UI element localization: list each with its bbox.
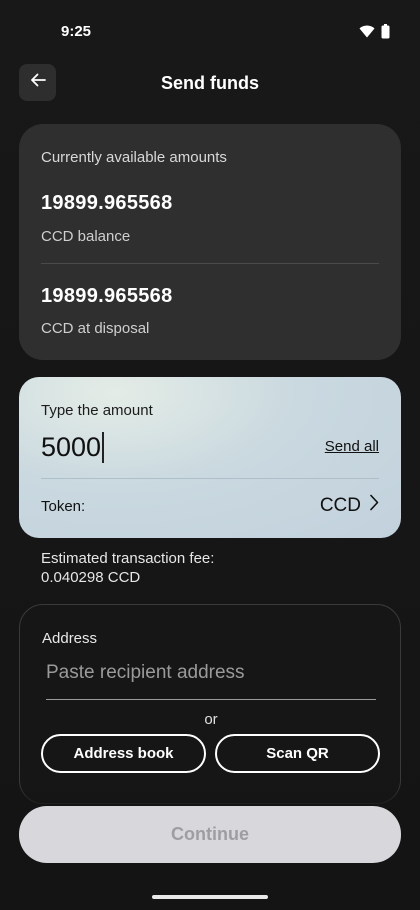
battery-icon [381,24,390,44]
text-caret [102,432,105,463]
wifi-icon [359,25,375,43]
token-selector[interactable]: CCD [320,494,379,517]
amount-input[interactable]: 5000 [41,432,105,463]
address-heading: Address [42,630,98,647]
ccd-disposal-value: 19899.965568 [41,285,173,307]
token-value: CCD [319,494,361,516]
divider [41,478,379,479]
chevron-right-icon [369,494,379,517]
ccd-balance-label: CCD balance [41,228,131,245]
address-card: Address Paste recipient address or Addre… [19,604,401,804]
scan-qr-button[interactable]: Scan QR [215,734,380,773]
amount-heading: Type the amount [41,402,153,419]
ccd-balance-value: 19899.965568 [41,192,173,214]
ccd-disposal-label: CCD at disposal [41,320,150,337]
balance-card: Currently available amounts 19899.965568… [19,124,401,360]
amount-card: Type the amount 5000 Send all Token: CCD [19,377,401,538]
page-title: Send funds [161,73,259,93]
or-separator: or [204,711,218,728]
address-book-button[interactable]: Address book [41,734,206,773]
fee-label: Estimated transaction fee: [41,550,215,567]
recipient-address-input[interactable]: Paste recipient address [46,662,376,700]
balance-heading: Currently available amounts [41,149,227,166]
amount-input-value: 5000 [41,432,102,462]
fee-value: 0.040298 CCD [41,569,141,586]
header: Send funds [0,64,420,104]
continue-button[interactable]: Continue [19,806,401,863]
status-time: 9:25 [61,23,92,40]
status-icons [359,24,390,44]
home-indicator[interactable] [152,895,268,899]
token-label: Token: [41,498,86,515]
divider [41,263,379,264]
status-bar: 9:25 [0,0,420,60]
send-all-link[interactable]: Send all [325,438,379,455]
